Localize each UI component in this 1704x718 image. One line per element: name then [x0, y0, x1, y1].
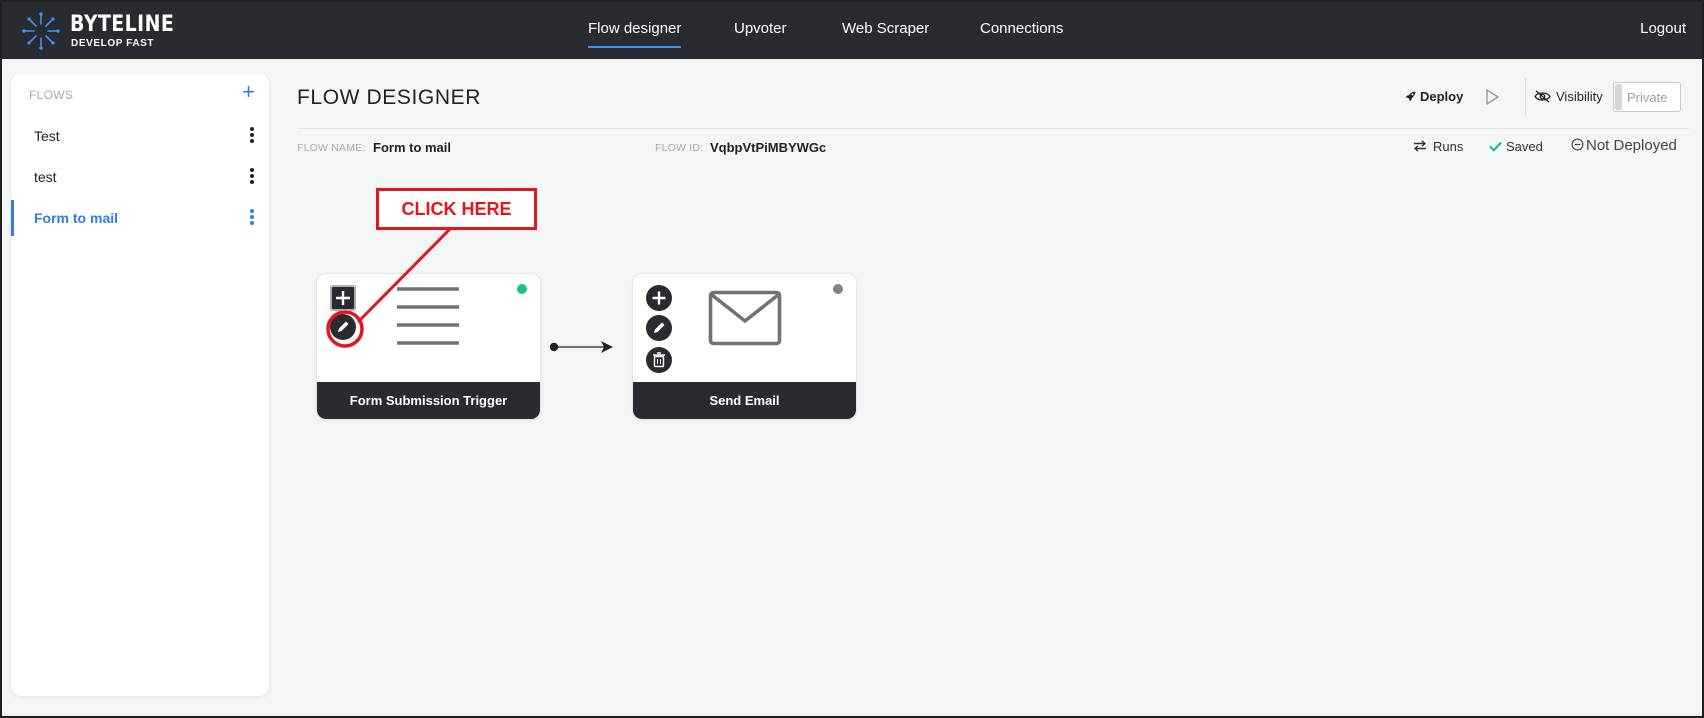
logo-tagline: DEVELOP FAST: [71, 38, 155, 49]
flow-node-form-trigger[interactable]: Form Submission Trigger: [316, 273, 541, 420]
flow-id-label: FLOW ID:: [655, 142, 704, 154]
node-title: Form Submission Trigger: [317, 382, 540, 419]
nav-web-scraper[interactable]: Web Scraper: [842, 20, 929, 37]
click-here-callout: CLICK HERE: [376, 188, 537, 230]
eye-slash-icon: [1534, 90, 1551, 103]
toggle-knob: [1615, 84, 1622, 110]
plus-icon: [330, 285, 356, 311]
form-lines-icon: [397, 287, 459, 345]
logout-button[interactable]: Logout: [1640, 20, 1686, 37]
sidebar-item-label: Form to mail: [34, 210, 119, 226]
pencil-icon: [338, 321, 349, 332]
byteline-logo[interactable]: BYTELINE DEVELOP FAST: [22, 10, 174, 52]
node-connector-arrow: [549, 341, 613, 353]
nav-connections[interactable]: Connections: [980, 20, 1063, 37]
more-options-icon[interactable]: [249, 126, 255, 146]
sidebar-item-label: test: [34, 169, 57, 185]
edit-node-button[interactable]: [330, 314, 356, 340]
saved-status: Saved: [1489, 139, 1543, 154]
flow-name-label: FLOW NAME:: [297, 142, 366, 154]
sidebar-item-test[interactable]: Test: [11, 118, 269, 154]
deploy-status: Not Deployed: [1571, 137, 1677, 154]
logo-name: BYTELINE: [70, 12, 175, 37]
deploy-label: Deploy: [1420, 89, 1464, 104]
plus-icon: [652, 291, 666, 305]
flows-sidebar: FLOWS + Test test Form to mail: [11, 74, 269, 696]
add-flow-button[interactable]: +: [242, 80, 255, 104]
add-node-button[interactable]: [330, 285, 356, 311]
runs-label: Runs: [1433, 139, 1464, 154]
visibility-text: Visibility: [1556, 89, 1603, 104]
delete-node-button[interactable]: [646, 347, 672, 373]
saved-label: Saved: [1506, 139, 1543, 154]
more-options-icon[interactable]: [249, 208, 255, 228]
swap-arrows-icon: [1413, 140, 1427, 152]
edit-node-button[interactable]: [646, 315, 672, 341]
pencil-icon: [654, 322, 665, 333]
check-icon: [1489, 141, 1502, 152]
header-divider: [1525, 78, 1526, 116]
flow-id-value: VqbpVtPiMBYWGc: [710, 140, 827, 155]
flow-node-send-email[interactable]: Send Email: [632, 273, 857, 420]
node-title: Send Email: [633, 382, 856, 419]
sidebar-item-test-lower[interactable]: test: [11, 159, 269, 195]
more-options-icon[interactable]: [249, 167, 255, 187]
visibility-label: Visibility: [1534, 89, 1603, 104]
sidebar-item-form-to-mail[interactable]: Form to mail: [11, 200, 269, 236]
rocket-icon: [1405, 91, 1416, 102]
flow-name-value: Form to mail: [373, 140, 452, 155]
page-title: FLOW DESIGNER: [297, 86, 481, 109]
play-icon: [1486, 89, 1499, 105]
flows-heading: FLOWS: [29, 88, 74, 102]
envelope-icon: [708, 290, 782, 346]
node-status-indicator: [833, 284, 843, 294]
byteline-logo-icon: [22, 12, 60, 50]
top-nav-bar: BYTELINE DEVELOP FAST Flow designer Upvo…: [2, 2, 1702, 59]
runs-button[interactable]: Runs: [1413, 139, 1463, 154]
nav-flow-designer[interactable]: Flow designer: [588, 20, 682, 48]
minus-circle-icon: [1571, 138, 1584, 151]
run-play-button[interactable]: [1484, 88, 1500, 111]
deploy-button[interactable]: Deploy: [1404, 89, 1463, 104]
header-divider-line: [297, 128, 1689, 129]
node-status-indicator: [517, 284, 527, 294]
sidebar-item-label: Test: [34, 128, 60, 144]
visibility-value: Private: [1627, 90, 1668, 105]
visibility-toggle[interactable]: Private: [1613, 82, 1681, 112]
nav-upvoter[interactable]: Upvoter: [734, 20, 787, 37]
trash-icon: [653, 352, 665, 368]
deploy-status-label: Not Deployed: [1586, 137, 1677, 154]
add-node-button[interactable]: [646, 285, 672, 311]
